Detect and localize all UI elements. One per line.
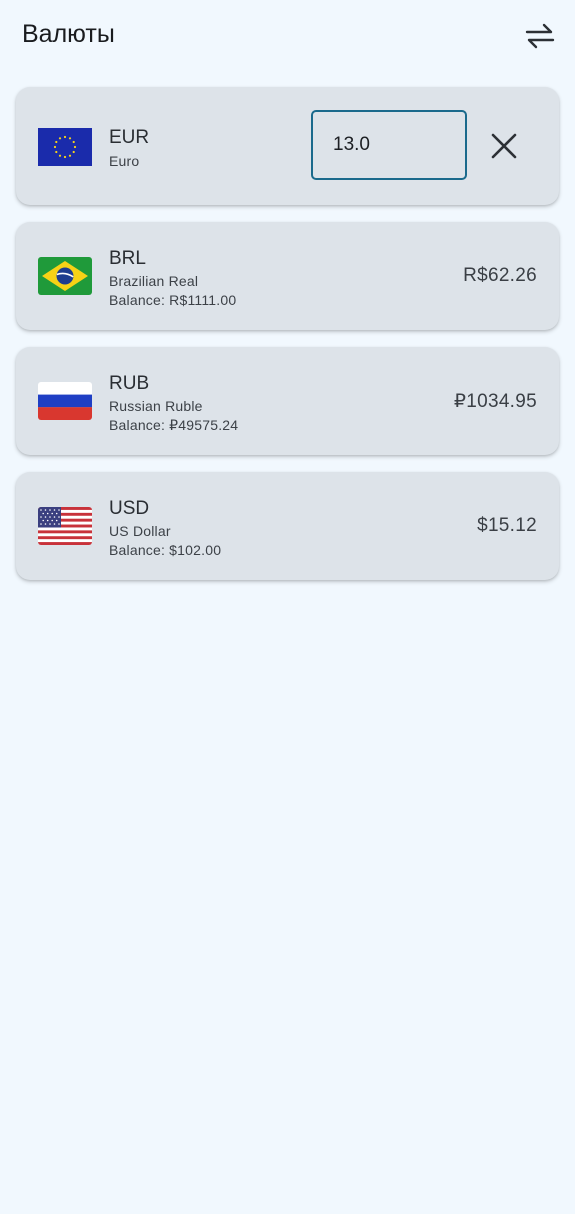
swap-horiz-icon [525, 23, 555, 49]
currency-code: USD [109, 498, 150, 519]
app-bar: Валюты [0, 0, 575, 72]
base-currency-card: EUR Euro [16, 87, 559, 205]
close-icon [491, 133, 517, 159]
currency-name: Brazilian Real [109, 273, 199, 289]
currency-name: US Dollar [109, 523, 171, 539]
currency-balance: Balance: $102.00 [109, 542, 222, 558]
page-title: Валюты [22, 20, 115, 48]
converted-amount: ₽1034.95 [453, 391, 537, 412]
currency-balance: Balance: R$1111.00 [109, 292, 237, 308]
brazil-flag-icon [38, 257, 92, 295]
currency-code: BRL [109, 248, 146, 269]
currency-code: RUB [109, 373, 150, 394]
currency-code: EUR [109, 127, 150, 148]
currency-balance: Balance: ₽49575.24 [109, 417, 239, 433]
converted-amount: R$62.26 [463, 265, 537, 286]
amount-input[interactable] [311, 110, 467, 180]
currency-name: Russian Ruble [109, 398, 203, 414]
currency-card-brl[interactable]: BRL Brazilian Real Balance: R$1111.00 R$… [16, 222, 559, 330]
currency-name: Euro [109, 153, 140, 169]
converted-amount: $15.12 [477, 515, 537, 536]
usa-flag-icon [38, 507, 92, 545]
eu-flag-icon [38, 128, 92, 166]
swap-button[interactable] [525, 22, 555, 50]
clear-button[interactable] [488, 130, 520, 162]
currency-card-rub[interactable]: RUB Russian Ruble Balance: ₽49575.24 ₽10… [16, 347, 559, 455]
russia-flag-icon [38, 382, 92, 420]
currency-card-usd[interactable]: USD US Dollar Balance: $102.00 $15.12 [16, 472, 559, 580]
